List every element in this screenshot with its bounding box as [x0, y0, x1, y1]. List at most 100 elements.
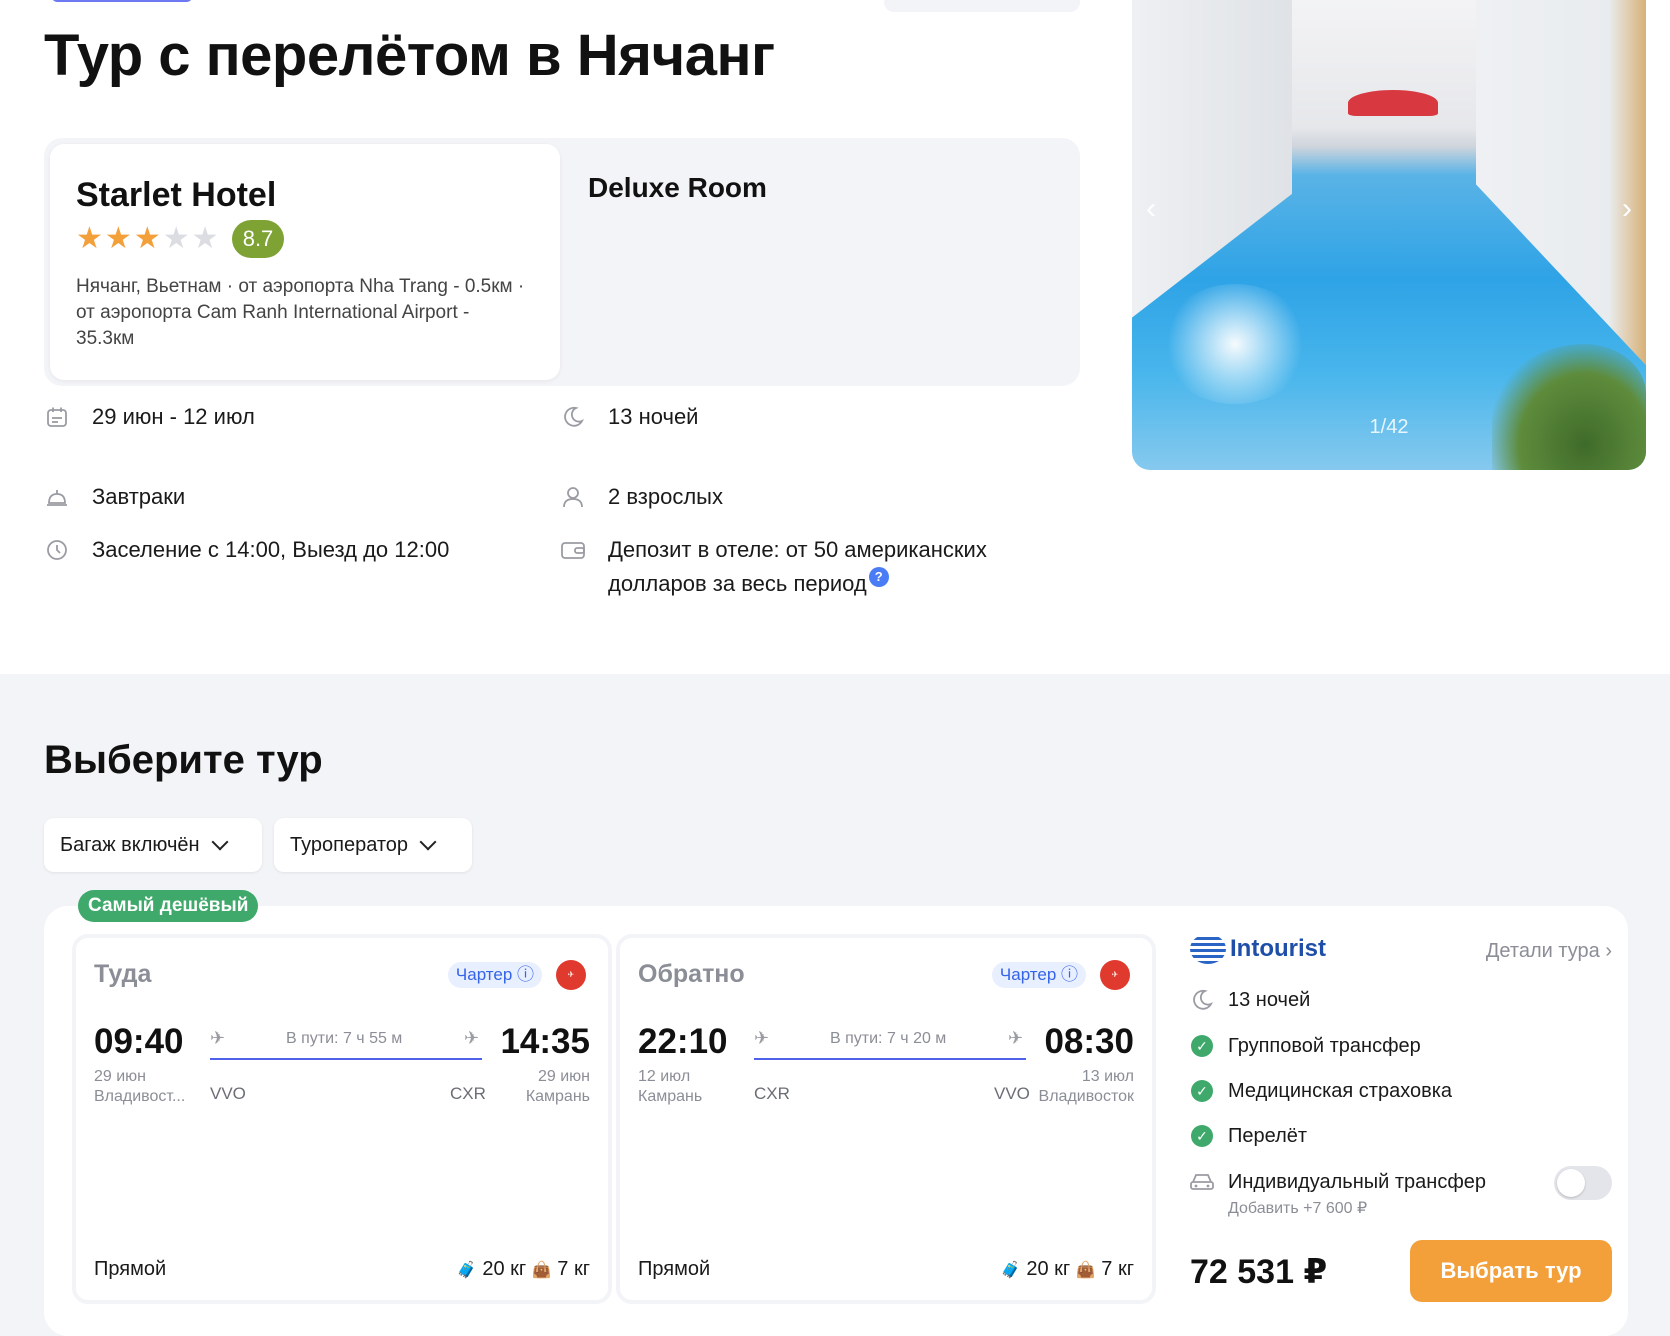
top-right-panel — [884, 0, 1080, 12]
info-guests: 2 взрослых — [560, 480, 723, 514]
arrival-date: 13 июл — [1081, 1068, 1134, 1085]
operator-logo: Intourist — [1190, 934, 1326, 964]
tour-header-section: Тур с перелётом в Нячанг Starlet Hotel ★… — [0, 0, 1670, 674]
star-icon: ★ — [133, 222, 161, 255]
filter-operator[interactable]: Туроператор — [274, 818, 472, 872]
deposit-text: Депозит в отеле: от 50 американских долл… — [608, 533, 1030, 601]
info-nights: 13 ночей — [560, 400, 698, 434]
gallery-next-icon[interactable]: › — [1622, 194, 1632, 224]
user-icon — [560, 480, 586, 514]
flight-direction: Туда — [94, 960, 152, 988]
choose-tour-section: Выберите тур Багаж включён Туроператор С… — [0, 674, 1670, 1336]
flight-duration: В пути: 7 ч 20 м — [830, 1030, 947, 1047]
clock-icon — [44, 533, 70, 567]
hand-weight: 7 кг — [557, 1258, 590, 1280]
operator-name: Intourist — [1230, 935, 1326, 962]
filter-baggage[interactable]: Багаж включён — [44, 818, 262, 872]
gallery-prev-icon[interactable]: ‹ — [1146, 194, 1156, 224]
arrival-time: 08:30 — [1044, 1022, 1134, 1061]
luggage-icon: 🧳 — [1000, 1262, 1021, 1279]
handbag-icon: 👜 — [531, 1262, 552, 1279]
hotel-location: Нячанг, Вьетнам · от аэропорта Nha Trang… — [76, 276, 525, 349]
nights-text: 13 ночей — [608, 404, 699, 429]
summary-nights: 13 ночей — [1190, 988, 1310, 1012]
check-icon: ✓ — [1191, 1035, 1213, 1057]
baggage-weight: 20 кг — [1026, 1258, 1071, 1280]
chevron-down-icon — [419, 833, 437, 851]
feature-item: ✓ Медицинская страховка — [1190, 1079, 1452, 1103]
choose-tour-button[interactable]: Выбрать тур — [1410, 1240, 1612, 1302]
flight-type: Прямой — [638, 1258, 711, 1280]
route-line — [754, 1058, 1026, 1060]
feature-label: Групповой трансфер — [1228, 1034, 1421, 1057]
star-icon: ★ — [104, 222, 132, 255]
arrival-city: Камрань — [525, 1088, 590, 1105]
star-icon: ★ — [76, 222, 103, 255]
check-icon: ✓ — [1191, 1125, 1213, 1147]
hotel-photo-gallery[interactable]: ‹ › 1/42 — [1132, 0, 1646, 470]
photo-umbrella — [1348, 90, 1438, 116]
intourist-globe-icon — [1190, 934, 1226, 964]
calendar-icon — [44, 400, 70, 434]
photo-plant — [1492, 344, 1646, 470]
flight-inbound[interactable]: Обратно Чартер ⓘ ✈ 22:10 12 июл Камрань … — [616, 934, 1156, 1304]
arrival-city: Владивосток — [1038, 1088, 1134, 1105]
room-name: Deluxe Room — [588, 172, 767, 203]
tour-summary-panel: Intourist Детали тура › 13 ночей ✓ Групп… — [1190, 922, 1620, 1322]
cheapest-badge: Самый дешёвый — [78, 890, 259, 922]
feature-item: ✓ Групповой трансфер — [1190, 1034, 1421, 1058]
guests-text: 2 взрослых — [608, 484, 723, 509]
moon-icon — [1190, 988, 1214, 1012]
star-empty-icon: ★ — [162, 222, 190, 255]
feature-item: ✓ Перелёт — [1190, 1124, 1307, 1148]
photo-splash — [1160, 284, 1310, 404]
individual-transfer-toggle[interactable] — [1554, 1166, 1612, 1200]
departure-airport-code: CXR — [754, 1084, 790, 1103]
feature-label: Перелёт — [1228, 1124, 1308, 1147]
arrival-date: 29 июн — [537, 1068, 590, 1085]
wallet-icon — [560, 533, 586, 567]
hotel-info-panel: Starlet Hotel ★ ★ ★ ★ ★ 8.7 Нячанг, Вьет… — [44, 138, 1080, 386]
chevron-right-icon: › — [1605, 940, 1612, 962]
dates-text: 29 июн - 12 июл — [92, 404, 255, 429]
arrival-time: 14:35 — [500, 1022, 590, 1061]
charter-badge[interactable]: Чартер ⓘ — [991, 962, 1086, 988]
arrival-airport-code: VVO — [994, 1084, 1030, 1103]
deposit-value: Депозит в отеле: от 50 американских долл… — [608, 537, 987, 596]
flight-type: Прямой — [94, 1258, 167, 1280]
flight-outbound[interactable]: Туда Чартер ⓘ ✈ 09:40 29 июн Владивост..… — [72, 934, 612, 1304]
individual-transfer-price: Добавить +7 600 ₽ — [1228, 1200, 1368, 1217]
hotel-name[interactable]: Starlet Hotel — [76, 176, 276, 215]
individual-transfer: Индивидуальный трансфер — [1190, 1170, 1486, 1194]
flight-direction: Обратно — [638, 960, 745, 988]
baggage-info: 🧳 20 кг 👜 7 кг — [457, 1258, 590, 1281]
tour-details-link[interactable]: Детали тура › — [1486, 940, 1612, 963]
tour-details-label: Детали тура — [1485, 940, 1600, 962]
info-deposit: Депозит в отеле: от 50 американских долл… — [560, 533, 1030, 601]
chevron-down-icon — [211, 833, 229, 851]
help-icon[interactable]: ? — [868, 567, 889, 587]
filter-label: Туроператор — [290, 833, 409, 856]
flight-duration: В пути: 7 ч 55 м — [286, 1030, 403, 1047]
luggage-icon: 🧳 — [456, 1262, 477, 1279]
moon-icon — [560, 400, 586, 434]
airline-logo-icon: ✈ — [1100, 960, 1130, 990]
top-tab-indicator — [52, 0, 192, 2]
departure-time: 09:40 — [94, 1022, 184, 1061]
route-line — [210, 1058, 482, 1060]
charter-badge[interactable]: Чартер ⓘ — [447, 962, 542, 988]
departure-city: Владивост... — [94, 1088, 186, 1105]
departure-time: 22:10 — [638, 1022, 728, 1061]
departure-city: Камрань — [638, 1088, 703, 1105]
checkin-text: Заселение с 14:00, Выезд до 12:00 — [92, 537, 450, 562]
bell-icon — [44, 480, 70, 514]
rating-badge: 8.7 — [232, 220, 284, 258]
hotel-card[interactable]: Starlet Hotel ★ ★ ★ ★ ★ 8.7 Нячанг, Вьет… — [50, 144, 560, 380]
hand-weight: 7 кг — [1101, 1258, 1134, 1280]
handbag-icon: 👜 — [1075, 1262, 1096, 1279]
check-icon: ✓ — [1191, 1080, 1213, 1102]
meals-text: Завтраки — [92, 484, 186, 509]
baggage-weight: 20 кг — [482, 1258, 527, 1280]
gallery-counter: 1/42 — [1369, 416, 1409, 438]
departure-airport-code: VVO — [210, 1084, 246, 1103]
